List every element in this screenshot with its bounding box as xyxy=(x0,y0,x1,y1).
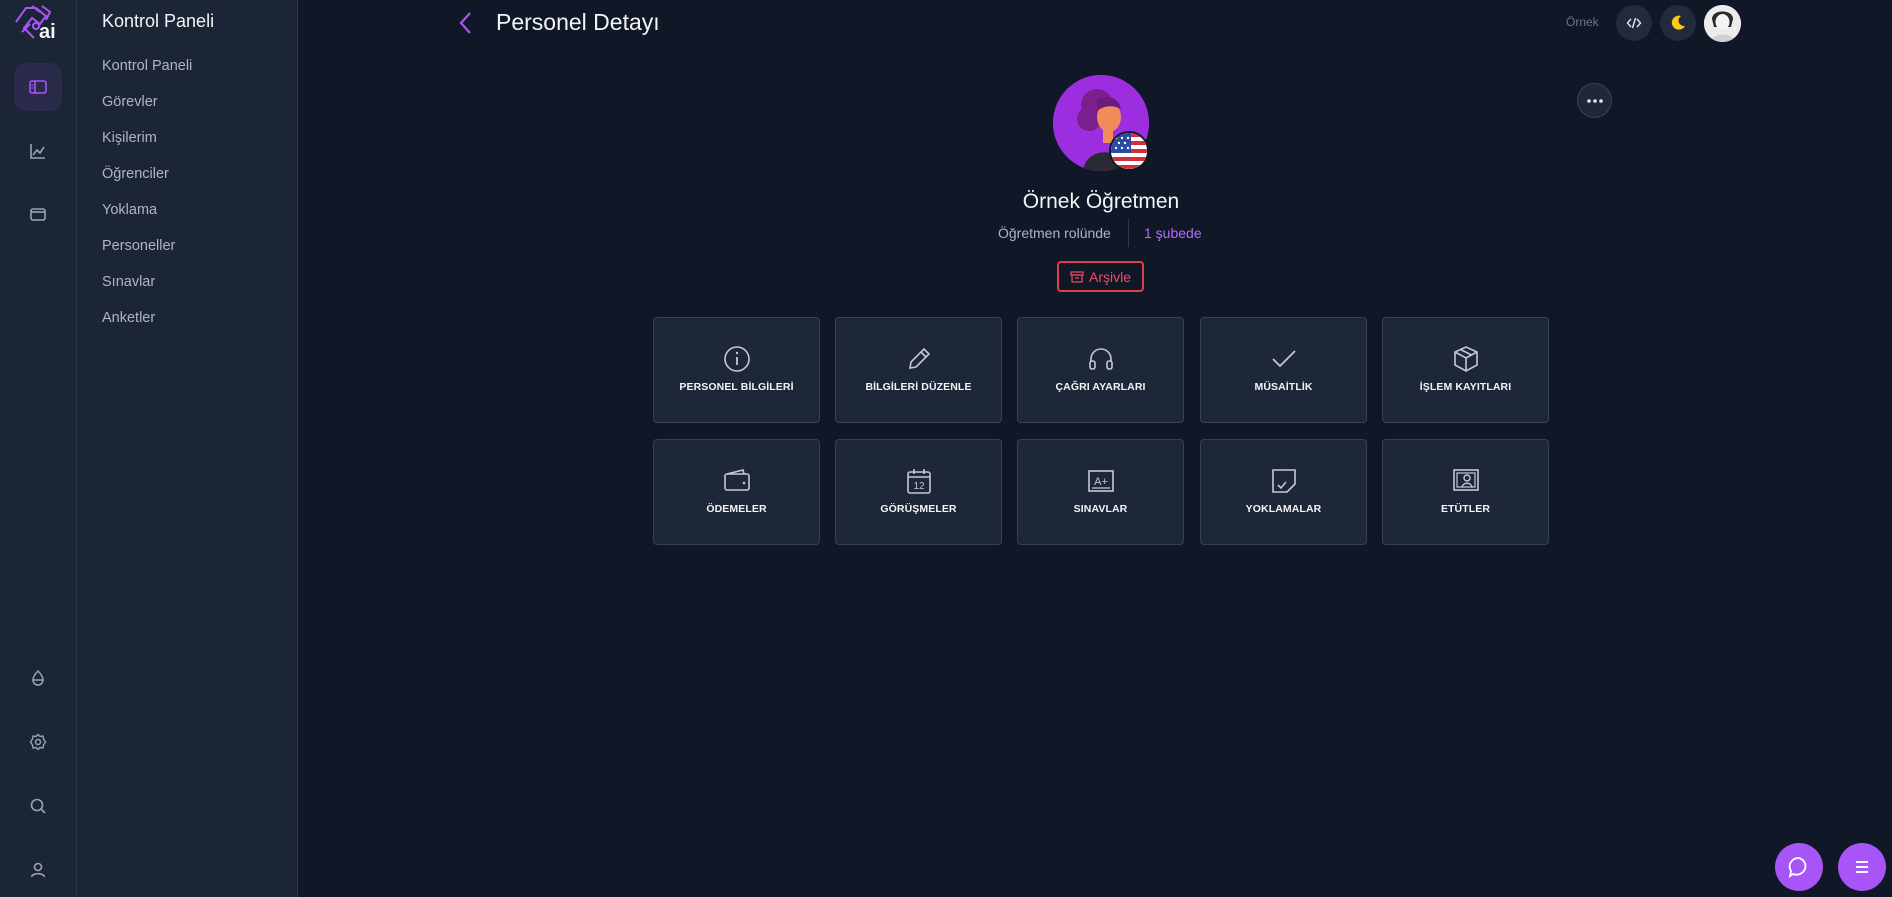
code-icon xyxy=(1626,17,1642,29)
settings-button[interactable] xyxy=(14,718,62,766)
card-label: SINAVLAR xyxy=(1073,503,1128,515)
sidebar-panel-button[interactable] xyxy=(14,63,62,111)
pencil-icon xyxy=(908,347,930,369)
moon-icon xyxy=(1671,15,1685,30)
sidebar-item-gorevler[interactable]: Görevler xyxy=(102,94,158,110)
card-odemeler[interactable]: ÖDEMELER xyxy=(653,439,820,545)
sidebar-item-personeller[interactable]: Personeller xyxy=(102,238,175,254)
user-icon xyxy=(30,862,46,878)
settings-icon xyxy=(29,733,47,751)
role-divider xyxy=(1128,219,1129,247)
chevron-left-icon xyxy=(459,12,471,34)
theme-button[interactable] xyxy=(14,654,62,702)
header-user-name: Örnek xyxy=(1566,15,1599,29)
card-label: YOKLAMALAR xyxy=(1245,503,1322,515)
code-button[interactable] xyxy=(1616,5,1652,41)
sidebar-item-yoklama[interactable]: Yoklama xyxy=(102,202,157,218)
back-button[interactable] xyxy=(455,10,477,36)
card-label: PERSONEL BİLGİLERİ xyxy=(679,381,794,393)
chat-button[interactable] xyxy=(1775,843,1823,891)
user-avatar[interactable] xyxy=(1704,5,1741,42)
card-label: İŞLEM KAYITLARI xyxy=(1419,381,1512,393)
card-label: ÖDEMELER xyxy=(706,503,767,515)
card-label: ÇAĞRI AYARLARI xyxy=(1055,381,1146,393)
card-gorusmeler[interactable]: 12 GÖRÜŞMELER xyxy=(835,439,1002,545)
box-icon xyxy=(1453,346,1478,372)
study-icon xyxy=(1452,469,1479,491)
theme-toggle-button[interactable] xyxy=(1660,5,1696,41)
exam-icon: A+ xyxy=(1087,470,1114,492)
headset-icon xyxy=(1088,348,1113,370)
card-musaitlik[interactable]: MÜSAİTLİK xyxy=(1200,317,1367,423)
card-cagri-ayarlari[interactable]: ÇAĞRI AYARLARI xyxy=(1017,317,1184,423)
theme-drop-icon xyxy=(32,669,44,686)
card-label: MÜSAİTLİK xyxy=(1254,381,1313,393)
card-personel-bilgileri[interactable]: PERSONEL BİLGİLERİ xyxy=(653,317,820,423)
card-label: BİLGİLERİ DÜZENLE xyxy=(865,381,972,393)
sidebar-item-kontrol-paneli[interactable]: Kontrol Paneli xyxy=(102,58,192,74)
sidebar-item-kisilerim[interactable]: Kişilerim xyxy=(102,130,157,146)
sidebar-item-anketler[interactable]: Anketler xyxy=(102,310,155,326)
calendar-icon: 12 xyxy=(906,469,931,494)
sidebar-title: Kontrol Paneli xyxy=(102,11,215,31)
profile-button[interactable] xyxy=(14,846,62,894)
chart-icon xyxy=(30,144,45,159)
card-label: ETÜTLER xyxy=(1440,503,1491,515)
profile-role: Öğretmen rolünde xyxy=(998,225,1111,241)
page-title: Personel Detayı xyxy=(496,9,660,35)
chart-button[interactable] xyxy=(14,127,62,175)
more-dots-icon xyxy=(1586,98,1603,103)
profile-branch-link[interactable]: 1 şubede xyxy=(1144,225,1202,241)
sidebar-panel-icon xyxy=(29,80,47,94)
calendar-day: 12 xyxy=(913,481,925,492)
wallet-icon xyxy=(30,208,46,221)
archive-button[interactable]: Arşivle xyxy=(1057,261,1144,292)
archive-label: Arşivle xyxy=(1088,268,1131,285)
card-sinavlar[interactable]: A+ SINAVLAR xyxy=(1017,439,1184,545)
avatar-image xyxy=(1704,5,1741,42)
logo[interactable]: ai xyxy=(12,2,64,44)
info-icon xyxy=(723,346,750,372)
card-label: GÖRÜŞMELER xyxy=(880,503,957,515)
search-icon xyxy=(30,798,46,814)
sidebar-item-sinavlar[interactable]: Sınavlar xyxy=(102,274,155,290)
wallet-button[interactable] xyxy=(14,190,62,238)
icon-rail: ai xyxy=(0,0,77,897)
chat-bubble-icon xyxy=(1788,857,1807,878)
card-etutler[interactable]: ETÜTLER xyxy=(1382,439,1549,545)
card-bilgileri-duzenle[interactable]: BİLGİLERİ DÜZENLE xyxy=(835,317,1002,423)
flag-us-icon xyxy=(1109,131,1149,171)
sidebar-item-ogrenciler[interactable]: Öğrenciler xyxy=(102,166,169,182)
wallet-icon xyxy=(723,469,750,491)
logo-text: ai xyxy=(39,21,56,43)
check-icon xyxy=(1271,350,1296,368)
attendance-icon xyxy=(1271,469,1296,493)
archive-icon xyxy=(1070,270,1084,283)
menu-button[interactable] xyxy=(1838,843,1886,891)
more-options-button[interactable] xyxy=(1577,83,1612,118)
search-button[interactable] xyxy=(14,782,62,830)
profile-name: Örnek Öğretmen xyxy=(1022,190,1180,213)
sidebar: Kontrol Paneli Kontrol Paneli Görevler K… xyxy=(77,0,298,897)
exam-grade: A+ xyxy=(1094,476,1108,488)
card-yoklamalar[interactable]: YOKLAMALAR xyxy=(1200,439,1367,545)
hamburger-menu-icon xyxy=(1856,861,1868,873)
card-islem-kayitlari[interactable]: İŞLEM KAYITLARI xyxy=(1382,317,1549,423)
